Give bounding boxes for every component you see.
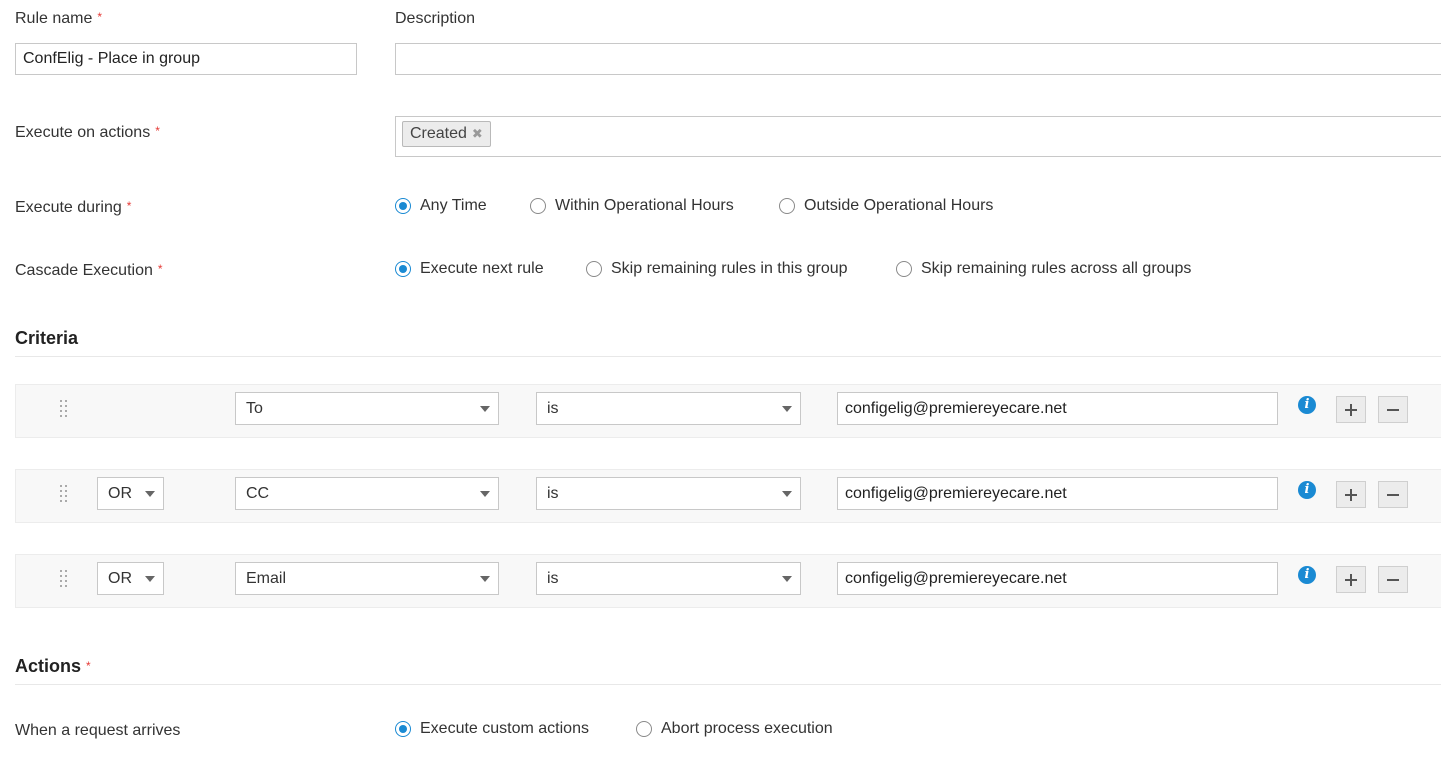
drag-handle-icon[interactable] bbox=[60, 485, 70, 507]
drag-handle-icon[interactable] bbox=[60, 400, 70, 422]
radio-execute-custom-actions[interactable]: Execute custom actions bbox=[395, 720, 589, 738]
criteria-field-select[interactable]: CC bbox=[235, 477, 499, 510]
radio-unchecked-icon bbox=[530, 198, 546, 214]
radio-outside-operational-hours[interactable]: Outside Operational Hours bbox=[779, 197, 993, 215]
radio-within-operational-hours[interactable]: Within Operational Hours bbox=[530, 197, 734, 215]
criteria-field-select[interactable]: To bbox=[235, 392, 499, 425]
add-criteria-button[interactable] bbox=[1336, 566, 1366, 593]
chevron-down-icon bbox=[145, 576, 155, 582]
description-input[interactable] bbox=[395, 43, 1441, 75]
actions-title: Actions * bbox=[15, 656, 91, 676]
radio-unchecked-icon bbox=[586, 261, 602, 277]
chevron-down-icon bbox=[480, 576, 490, 582]
criteria-operator-select[interactable]: is bbox=[536, 562, 801, 595]
plus-icon bbox=[1345, 573, 1357, 586]
radio-checked-icon bbox=[395, 721, 411, 737]
radio-skip-remaining-group[interactable]: Skip remaining rules in this group bbox=[586, 260, 848, 278]
remove-criteria-button[interactable] bbox=[1378, 566, 1408, 593]
chevron-down-icon bbox=[480, 406, 490, 412]
rule-name-input[interactable]: ConfElig - Place in group bbox=[15, 43, 357, 75]
chevron-down-icon bbox=[782, 491, 792, 497]
criteria-value-input[interactable]: configelig@premiereyecare.net bbox=[837, 477, 1278, 510]
radio-checked-icon bbox=[395, 261, 411, 277]
execute-on-actions-label: Execute on actions * bbox=[15, 124, 160, 141]
drag-handle-icon[interactable] bbox=[60, 570, 70, 592]
minus-icon bbox=[1387, 574, 1399, 586]
minus-icon bbox=[1387, 489, 1399, 501]
required-marker: * bbox=[97, 10, 103, 24]
description-label: Description bbox=[395, 10, 476, 27]
criteria-row: OR Email is configelig@premiereyecare.ne… bbox=[15, 554, 1441, 608]
criteria-connector-select[interactable]: OR bbox=[97, 562, 164, 595]
remove-criteria-button[interactable] bbox=[1378, 396, 1408, 423]
criteria-value-input[interactable]: configelig@premiereyecare.net bbox=[837, 562, 1278, 595]
radio-any-time[interactable]: Any Time bbox=[395, 197, 487, 215]
required-marker: * bbox=[157, 262, 163, 276]
execute-on-actions-input[interactable] bbox=[395, 116, 1441, 157]
criteria-connector-select[interactable]: OR bbox=[97, 477, 164, 510]
plus-icon bbox=[1345, 488, 1357, 501]
radio-skip-remaining-all-groups[interactable]: Skip remaining rules across all groups bbox=[896, 260, 1191, 278]
radio-abort-process-execution[interactable]: Abort process execution bbox=[636, 720, 833, 738]
remove-criteria-button[interactable] bbox=[1378, 481, 1408, 508]
radio-checked-icon bbox=[395, 198, 411, 214]
chevron-down-icon bbox=[782, 576, 792, 582]
rule-name-label: Rule name * bbox=[15, 10, 103, 27]
radio-execute-next-rule[interactable]: Execute next rule bbox=[395, 260, 544, 278]
cascade-execution-label: Cascade Execution * bbox=[15, 262, 163, 279]
info-icon[interactable]: i bbox=[1298, 481, 1316, 499]
criteria-operator-select[interactable]: is bbox=[536, 392, 801, 425]
radio-unchecked-icon bbox=[636, 721, 652, 737]
action-tag-created: Created ✖ bbox=[402, 121, 491, 147]
criteria-row: OR CC is configelig@premiereyecare.net i bbox=[15, 469, 1441, 523]
info-icon[interactable]: i bbox=[1298, 396, 1316, 414]
required-marker: * bbox=[86, 659, 91, 673]
criteria-value-input[interactable]: configelig@premiereyecare.net bbox=[837, 392, 1278, 425]
radio-unchecked-icon bbox=[896, 261, 912, 277]
when-request-arrives-label: When a request arrives bbox=[15, 722, 181, 739]
criteria-operator-select[interactable]: is bbox=[536, 477, 801, 510]
close-icon[interactable]: ✖ bbox=[472, 126, 483, 142]
chevron-down-icon bbox=[782, 406, 792, 412]
chevron-down-icon bbox=[480, 491, 490, 497]
radio-unchecked-icon bbox=[779, 198, 795, 214]
add-criteria-button[interactable] bbox=[1336, 396, 1366, 423]
actions-divider bbox=[15, 684, 1441, 685]
required-marker: * bbox=[155, 124, 160, 138]
required-marker: * bbox=[126, 199, 132, 213]
criteria-row: To is configelig@premiereyecare.net i bbox=[15, 384, 1441, 438]
minus-icon bbox=[1387, 404, 1399, 416]
chevron-down-icon bbox=[145, 491, 155, 497]
criteria-title: Criteria bbox=[15, 328, 79, 348]
info-icon[interactable]: i bbox=[1298, 566, 1316, 584]
execute-during-label: Execute during * bbox=[15, 199, 132, 216]
add-criteria-button[interactable] bbox=[1336, 481, 1366, 508]
criteria-divider bbox=[15, 356, 1441, 357]
criteria-field-select[interactable]: Email bbox=[235, 562, 499, 595]
plus-icon bbox=[1345, 403, 1357, 416]
